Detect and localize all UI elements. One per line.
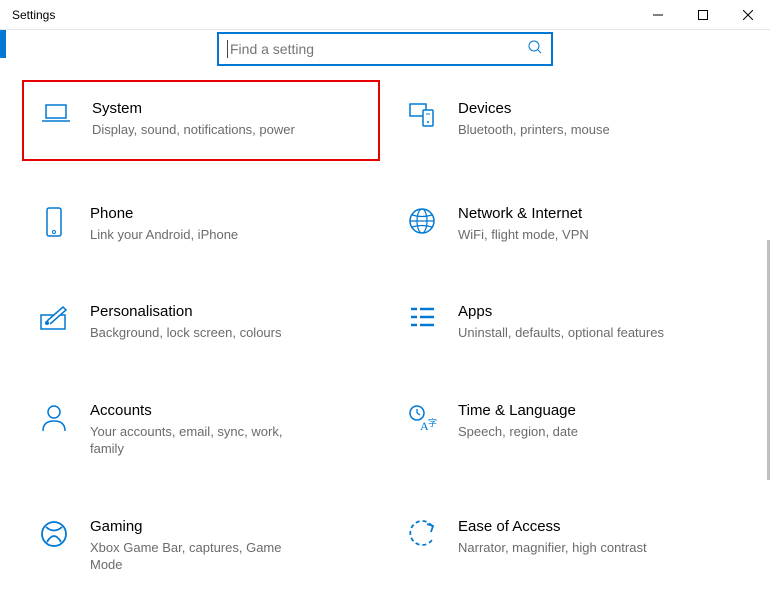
- text-cursor: [227, 40, 228, 58]
- globe-icon: [398, 205, 446, 235]
- tile-title: Gaming: [90, 518, 308, 535]
- minimize-icon: [653, 10, 663, 20]
- search-icon: [527, 39, 543, 60]
- tile-network[interactable]: Network & Internet WiFi, flight mode, VP…: [390, 195, 748, 254]
- tile-personalisation[interactable]: Personalisation Background, lock screen,…: [22, 293, 380, 352]
- tile-desc: Uninstall, defaults, optional features: [458, 324, 664, 342]
- tile-title: Accounts: [90, 402, 308, 419]
- tile-desc: Xbox Game Bar, captures, Game Mode: [90, 539, 308, 574]
- tile-title: Devices: [458, 100, 610, 117]
- laptop-icon: [32, 100, 80, 126]
- tile-desc: WiFi, flight mode, VPN: [458, 226, 589, 244]
- tile-desc: Your accounts, email, sync, work, family: [90, 423, 308, 458]
- tile-time-language[interactable]: A字 Time & Language Speech, region, date: [390, 392, 748, 468]
- time-language-icon: A字: [398, 402, 446, 432]
- titlebar: Settings: [0, 0, 770, 30]
- tile-accounts[interactable]: Accounts Your accounts, email, sync, wor…: [22, 392, 380, 468]
- close-icon: [743, 10, 753, 20]
- tile-apps[interactable]: Apps Uninstall, defaults, optional featu…: [390, 293, 748, 352]
- settings-grid: System Display, sound, notifications, po…: [0, 90, 770, 584]
- brush-icon: [30, 303, 78, 331]
- tile-devices[interactable]: Devices Bluetooth, printers, mouse: [390, 90, 748, 155]
- tile-desc: Display, sound, notifications, power: [92, 121, 295, 139]
- xbox-icon: [30, 518, 78, 548]
- tile-phone[interactable]: Phone Link your Android, iPhone: [22, 195, 380, 254]
- maximize-icon: [698, 10, 708, 20]
- tile-title: Ease of Access: [458, 518, 647, 535]
- tile-title: Phone: [90, 205, 238, 222]
- tile-desc: Background, lock screen, colours: [90, 324, 281, 342]
- accent-indicator: [0, 30, 6, 58]
- tile-title: Time & Language: [458, 402, 578, 419]
- person-icon: [30, 402, 78, 432]
- tile-desc: Speech, region, date: [458, 423, 578, 441]
- devices-icon: [398, 100, 446, 128]
- window-controls: [635, 0, 770, 30]
- search-box[interactable]: [217, 32, 553, 66]
- close-button[interactable]: [725, 0, 770, 30]
- tile-desc: Narrator, magnifier, high contrast: [458, 539, 647, 557]
- tile-desc: Link your Android, iPhone: [90, 226, 238, 244]
- window-title: Settings: [0, 8, 55, 22]
- ease-of-access-icon: [398, 518, 446, 548]
- tile-title: Network & Internet: [458, 205, 589, 222]
- tile-desc: Bluetooth, printers, mouse: [458, 121, 610, 139]
- tile-gaming[interactable]: Gaming Xbox Game Bar, captures, Game Mod…: [22, 508, 380, 584]
- phone-icon: [30, 205, 78, 237]
- tile-ease-of-access[interactable]: Ease of Access Narrator, magnifier, high…: [390, 508, 748, 584]
- apps-icon: [398, 303, 446, 329]
- tile-title: Personalisation: [90, 303, 281, 320]
- tile-title: System: [92, 100, 295, 117]
- svg-text:字: 字: [428, 417, 437, 428]
- tile-title: Apps: [458, 303, 664, 320]
- tile-system[interactable]: System Display, sound, notifications, po…: [22, 80, 380, 161]
- minimize-button[interactable]: [635, 0, 680, 30]
- maximize-button[interactable]: [680, 0, 725, 30]
- search-input[interactable]: [230, 41, 527, 57]
